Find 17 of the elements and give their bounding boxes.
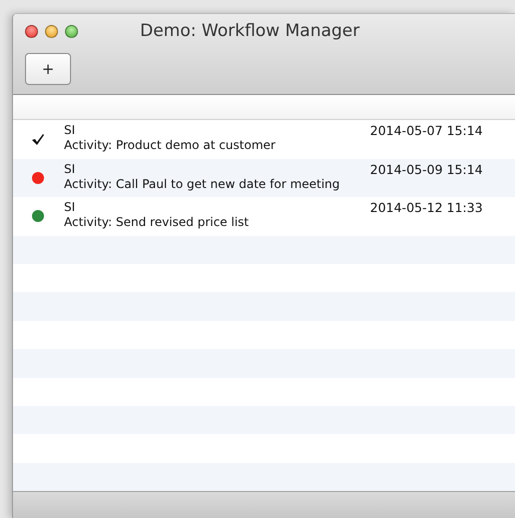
add-button[interactable]: +	[25, 53, 71, 85]
activity-date: 2014-05-09 15:14	[370, 160, 483, 177]
list-row[interactable]: SI Activity: Send revised price list 2014-05-12 11:33	[13, 197, 515, 236]
activity-description: Activity: Product demo at customer	[64, 138, 276, 154]
owner-text: SI	[64, 162, 76, 177]
activity-description: Activity: Send revised price list	[64, 215, 250, 230]
window-title: Demo: Workflow Manager	[140, 21, 360, 41]
close-button[interactable]	[25, 24, 38, 38]
activity-date: 2014-05-07 15:14	[370, 122, 483, 138]
activity-date: 2014-05-12 11:33	[370, 199, 483, 216]
list-row[interactable]: SI Activity: Product demo at customer 2014-05-07 15:14	[13, 120, 515, 159]
activity-description: Activity: Call Paul to get new date for meeting	[64, 176, 341, 192]
minimize-button[interactable]	[45, 24, 58, 38]
owner-text: SI	[64, 123, 76, 138]
owner-text: SI	[64, 200, 76, 216]
list-row[interactable]: SI Activity: Call Paul to get new date for meeting 2014-05-09 15:14	[13, 158, 515, 198]
zoom-button[interactable]	[65, 24, 78, 38]
